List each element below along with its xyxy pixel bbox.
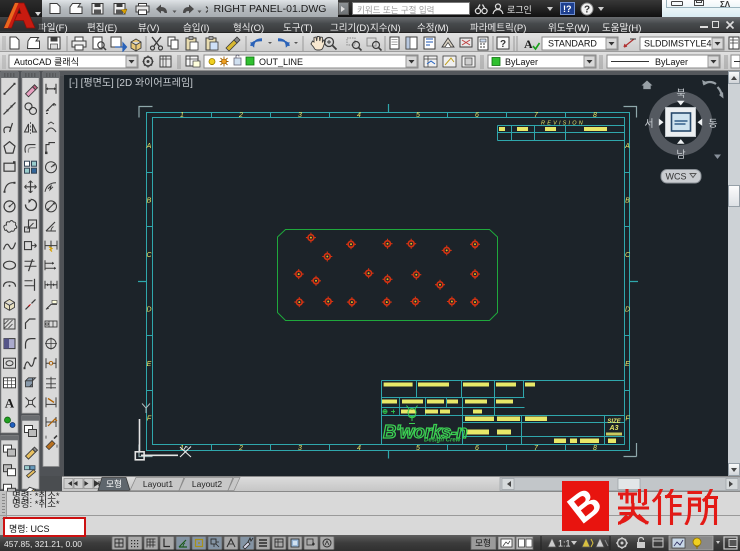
svg-text:5: 5 [416, 112, 420, 119]
svg-text:ByLayer: ByLayer [655, 57, 688, 67]
svg-text:B: B [562, 481, 609, 531]
svg-text:6: 6 [475, 112, 479, 119]
svg-text:A: A [5, 395, 15, 410]
svg-text:북: 북 [676, 88, 685, 100]
svg-text:4: 4 [357, 445, 361, 452]
svg-text:SLDDIMSTYLE4: SLDDIMSTYLE4 [644, 39, 712, 49]
svg-text:1: 1 [180, 112, 184, 119]
svg-text:WCS: WCS [666, 172, 687, 182]
svg-text:A: A [624, 143, 630, 150]
svg-text:AutoCAD 클래식: AutoCAD 클래식 [14, 57, 79, 67]
svg-text:ByLayer: ByLayer [505, 57, 538, 67]
svg-text:F: F [147, 416, 152, 423]
svg-text:E: E [147, 361, 152, 368]
svg-text:2: 2 [238, 112, 243, 119]
svg-text:B: B [147, 198, 152, 205]
svg-text:A3: A3 [609, 425, 619, 432]
svg-text:서: 서 [644, 118, 653, 130]
svg-text:6: 6 [475, 445, 479, 452]
svg-text:B: B [625, 198, 630, 205]
svg-text:4: 4 [357, 112, 361, 119]
svg-text:8: 8 [593, 112, 597, 119]
svg-text:Layout1: Layout1 [143, 479, 174, 489]
svg-text:D: D [625, 307, 630, 314]
svg-text:Layout2: Layout2 [192, 479, 223, 489]
svg-text:모형: 모형 [106, 479, 122, 489]
svg-text:F: F [625, 416, 630, 423]
svg-text:E: E [625, 361, 630, 368]
svg-text:동: 동 [708, 118, 717, 130]
svg-text:?: ? [584, 5, 590, 16]
svg-text:1:1: 1:1 [558, 539, 571, 549]
svg-text:D: D [146, 307, 151, 314]
svg-text:8: 8 [593, 445, 597, 452]
svg-text:2: 2 [238, 445, 243, 452]
svg-text:STANDARD: STANDARD [548, 39, 597, 49]
svg-text:3: 3 [298, 445, 302, 452]
svg-text:남: 남 [676, 149, 685, 161]
svg-text:[-] [평면도] [2D 와이어프레임]: [-] [평면도] [2D 와이어프레임] [69, 76, 193, 89]
svg-text:모형: 모형 [475, 538, 491, 548]
svg-text:5: 5 [416, 445, 420, 452]
svg-text:Design Crew: Design Crew [424, 438, 461, 444]
svg-text:A: A [524, 37, 533, 51]
svg-text:A: A [146, 143, 152, 150]
svg-text:OUT_LINE: OUT_LINE [259, 57, 303, 67]
svg-text:3: 3 [298, 112, 302, 119]
svg-text:C: C [146, 252, 152, 259]
svg-text:?: ? [500, 39, 506, 50]
svg-text:C: C [625, 252, 631, 259]
